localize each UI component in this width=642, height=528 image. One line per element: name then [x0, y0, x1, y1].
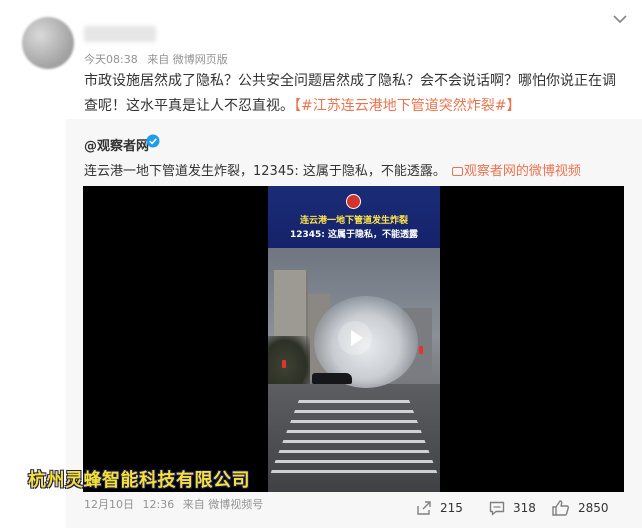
news-logo-icon [346, 194, 361, 209]
repost-text-body: 连云港一地下管道发生炸裂，12345: 这属于隐私，不能透露。 [84, 164, 446, 179]
post-text-line2: 查呢！这水平真是让人不忍直视。【#江苏连云港地下管道突然炸裂#】 [84, 94, 624, 119]
post-text: 市政设施居然成了隐私？公共安全问题居然成了隐私？会不会说话啊？哪怕你说正在调 查… [84, 69, 624, 119]
share-button[interactable]: 215 [415, 498, 463, 518]
car [312, 373, 352, 384]
repost-text: 连云港一地下管道发生炸裂，12345: 这属于隐私，不能透露。 观察者网的微博视频 [84, 160, 581, 179]
post-time[interactable]: 今天08:38 [84, 53, 138, 66]
video-caption-line1: 连云港一地下管道发生炸裂 [299, 216, 408, 226]
video-link-label: 观察者网的微博视频 [463, 164, 581, 179]
share-icon [417, 501, 431, 515]
traffic-light [419, 346, 423, 354]
company-watermark: 杭州灵蜂智能科技有限公司 [28, 470, 250, 491]
repost-username[interactable]: @观察者网 [84, 135, 149, 154]
comment-button[interactable]: 318 [488, 498, 536, 518]
post-source: 来自 微博网页版 [147, 53, 228, 66]
comment-icon [489, 501, 505, 516]
post-text-line1: 市政设施居然成了隐私？公共安全问题居然成了隐私？会不会说话啊？哪怕你说正在调 [84, 73, 616, 89]
comment-count: 318 [513, 501, 536, 515]
avatar[interactable] [22, 17, 74, 69]
like-count: 2850 [578, 501, 609, 515]
video-link[interactable]: 观察者网的微博视频 [446, 164, 581, 179]
like-button[interactable]: 2850 [551, 498, 609, 518]
video-source: 来自 微博视频号 [182, 498, 264, 511]
verified-badge-icon [146, 134, 160, 148]
username-blurred[interactable] [84, 26, 156, 42]
video-caption-line2: 12345: 这属于隐私，不能透露 [289, 230, 419, 240]
video-link-icon [451, 167, 463, 176]
video-date[interactable]: 12月10日 [84, 498, 134, 511]
post-meta: 今天08:38 来自 微博网页版 [84, 51, 234, 67]
play-button[interactable] [338, 321, 372, 355]
hashtag-link[interactable]: 【#江苏连云港地下管道突然炸裂#】 [294, 98, 520, 114]
video-time[interactable]: 12:36 [143, 498, 175, 511]
video-player[interactable]: 连云港一地下管道发生炸裂 12345: 这属于隐私，不能透露 [83, 186, 624, 492]
share-count: 215 [440, 501, 463, 515]
video-meta: 12月10日 12:36 来自 微博视频号 [84, 496, 268, 512]
video-caption-banner: 连云港一地下管道发生炸裂 12345: 这属于隐私，不能透露 [268, 186, 440, 248]
traffic-light [282, 360, 286, 368]
chevron-down-icon[interactable] [612, 13, 628, 25]
thumbs-up-icon [552, 500, 569, 516]
post-text-line2-body: 查呢！这水平真是让人不忍直视。 [84, 98, 294, 114]
